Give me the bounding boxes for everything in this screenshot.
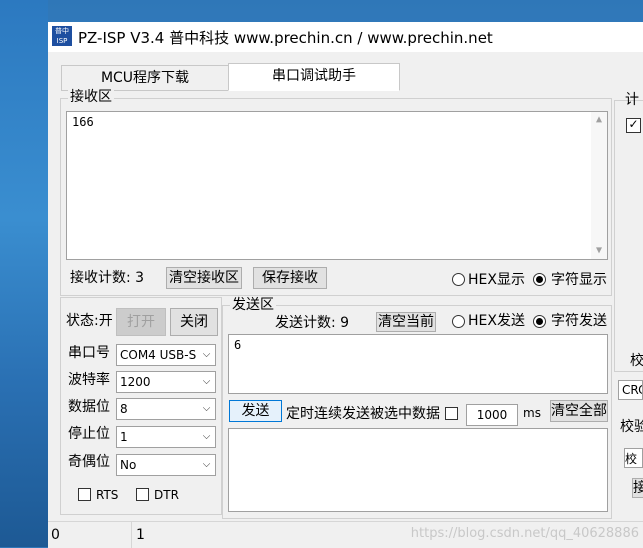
- interval-input[interactable]: 1000: [466, 404, 518, 426]
- scroll-down-icon[interactable]: ▼: [591, 243, 607, 259]
- receive-textarea[interactable]: 166 ▲ ▼: [66, 111, 608, 260]
- chevron-down-icon: ⌵: [198, 427, 215, 447]
- verify-label: 校验: [620, 419, 643, 435]
- clear-all-button[interactable]: 清空全部: [550, 400, 608, 422]
- receive-char-label: 字符显示: [551, 272, 607, 288]
- send-history-textarea[interactable]: [228, 428, 608, 512]
- clear-current-button[interactable]: 清空当前: [376, 312, 436, 332]
- window-title: PZ-ISP V3.4 普中科技 www.prechin.cn / www.pr…: [78, 29, 493, 47]
- parity-select[interactable]: No ⌵: [116, 454, 216, 476]
- stopbits-select[interactable]: 1 ⌵: [116, 426, 216, 448]
- close-port-button[interactable]: 关闭: [170, 308, 218, 336]
- right-action-button[interactable]: 接: [632, 478, 643, 498]
- timer-send-label: 定时连续发送被选中数据: [286, 406, 440, 422]
- receive-count: 接收计数: 3: [70, 270, 145, 286]
- rts-label: RTS: [96, 488, 119, 502]
- right-side-panel: 计 ✓ 校 CRC 校验 校验 接: [612, 90, 643, 520]
- scroll-up-icon[interactable]: ▲: [591, 112, 607, 128]
- baud-select[interactable]: 1200 ⌵: [116, 371, 216, 393]
- receive-hex-radio[interactable]: [452, 273, 465, 286]
- status-label: 状态:开: [66, 313, 113, 329]
- send-char-label: 字符发送: [551, 313, 607, 329]
- databits-label: 数据位: [68, 399, 110, 415]
- title-bar[interactable]: 普中 ISP PZ-ISP V3.4 普中科技 www.prechin.cn / …: [48, 22, 643, 52]
- receive-group-label: 接收区: [68, 89, 114, 105]
- port-label: 串口号: [68, 345, 110, 361]
- send-count: 发送计数: 9: [275, 315, 350, 331]
- parity-label: 奇偶位: [68, 454, 110, 470]
- send-button[interactable]: 发送: [229, 400, 282, 422]
- send-textarea[interactable]: 6: [228, 334, 608, 394]
- chevron-down-icon: ⌵: [198, 455, 215, 475]
- send-group-label: 发送区: [230, 297, 276, 313]
- dtr-label: DTR: [154, 488, 179, 502]
- receive-char-radio[interactable]: [533, 273, 546, 286]
- rts-checkbox[interactable]: [78, 488, 91, 501]
- timer-send-checkbox[interactable]: [445, 407, 458, 420]
- watermark-text: https://blog.csdn.net/qq_40628886: [410, 526, 639, 541]
- right-check-label: 校: [630, 353, 643, 369]
- receive-hex-label: HEX显示: [468, 272, 525, 288]
- chevron-down-icon: ⌵: [198, 372, 215, 392]
- chevron-down-icon: ⌵: [198, 399, 215, 419]
- verify-box[interactable]: 校验: [624, 448, 643, 468]
- open-port-button[interactable]: 打开: [116, 308, 166, 336]
- chevron-down-icon: ⌵: [198, 345, 215, 365]
- app-logo-icon: 普中 ISP: [52, 26, 72, 46]
- receive-content: 166: [72, 115, 94, 129]
- baud-label: 波特率: [68, 372, 110, 388]
- send-hex-radio[interactable]: [452, 315, 465, 328]
- tab-mcu-download[interactable]: MCU程序下载: [61, 65, 229, 91]
- status-cell-2: 1: [136, 527, 145, 543]
- save-receive-button[interactable]: 保存接收: [253, 267, 327, 289]
- right-checkbox[interactable]: ✓: [626, 118, 641, 133]
- stopbits-label: 停止位: [68, 426, 110, 442]
- clear-receive-button[interactable]: 清空接收区: [166, 267, 242, 289]
- tab-serial-assistant[interactable]: 串口调试助手: [228, 63, 400, 91]
- dtr-checkbox[interactable]: [136, 488, 149, 501]
- send-content: 6: [234, 338, 242, 352]
- send-char-radio[interactable]: [533, 315, 546, 328]
- databits-select[interactable]: 8 ⌵: [116, 398, 216, 420]
- port-select[interactable]: COM4 USB-S ⌵: [116, 344, 216, 366]
- right-group: [614, 100, 643, 372]
- receive-scrollbar[interactable]: ▲ ▼: [591, 112, 607, 259]
- status-cell-1: 0: [48, 522, 132, 548]
- desktop-background: [0, 0, 48, 547]
- crc-select[interactable]: CRC: [618, 380, 643, 400]
- right-top-label: 计: [625, 92, 639, 108]
- send-hex-label: HEX发送: [468, 313, 525, 329]
- interval-unit: ms: [523, 406, 541, 420]
- status-bar: 0 1 https://blog.csdn.net/qq_40628886: [48, 521, 643, 548]
